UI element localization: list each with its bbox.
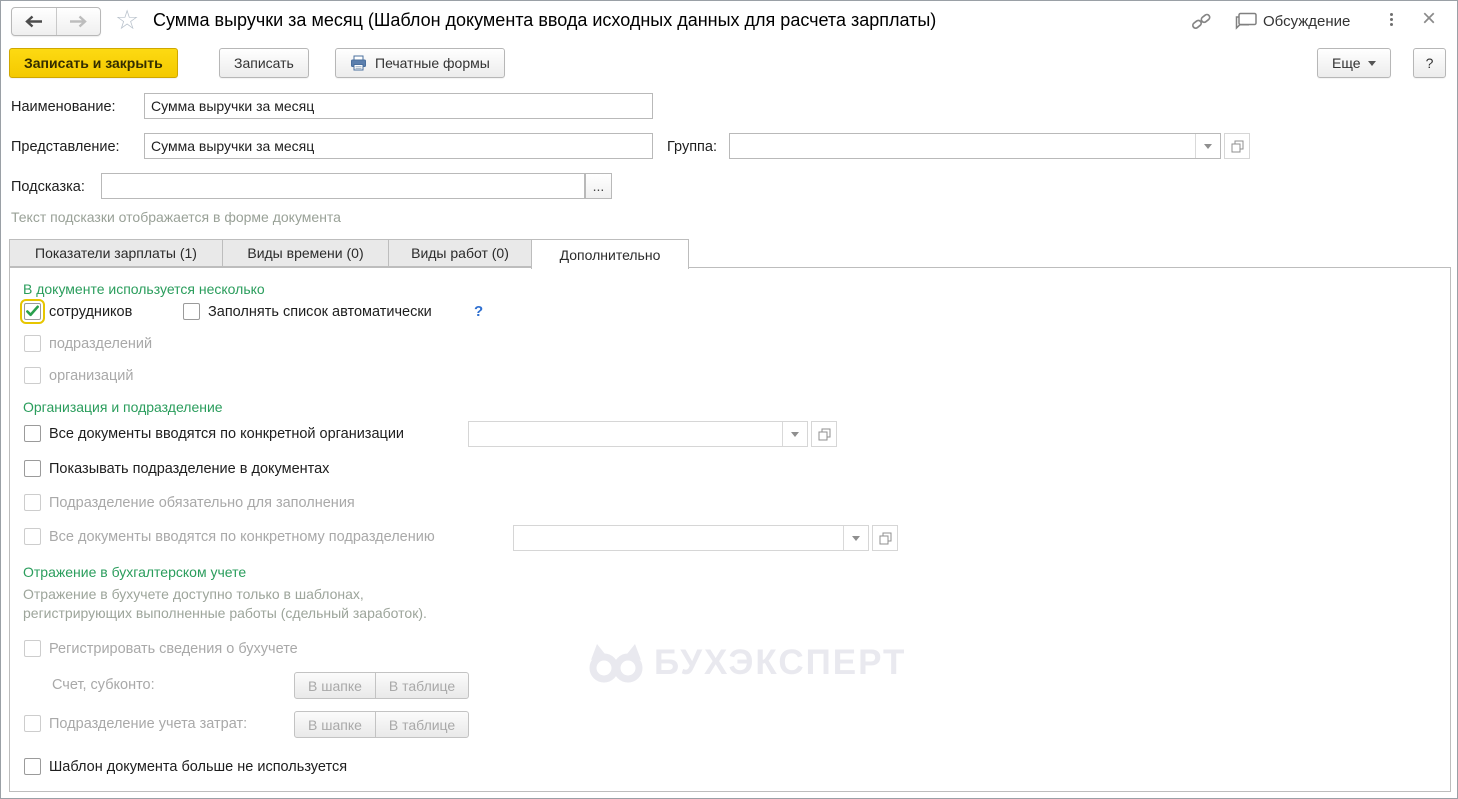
discussion-link[interactable]: Обсуждение [1263, 13, 1350, 30]
template-not-used-checkbox[interactable] [24, 758, 41, 775]
cost-dept-checkbox-label: Подразделение учета затрат: [49, 716, 248, 732]
discussion-bubble-icon[interactable] [1235, 12, 1258, 37]
tab-additional[interactable]: Дополнительно [531, 239, 689, 269]
back-arrow-icon [25, 15, 43, 28]
specific-org-combobox [468, 421, 808, 447]
link-icon[interactable] [1191, 12, 1212, 36]
specific-org-checkbox-label[interactable]: Все документы вводятся по конкретной орг… [49, 426, 404, 442]
printer-icon [350, 55, 367, 71]
accounting-note-line2: регистрирующих выполненные работы (сдель… [23, 605, 427, 621]
page-title: Сумма выручки за месяц (Шаблон документа… [153, 10, 937, 30]
organizations-checkbox-label: организаций [49, 368, 134, 384]
fill-auto-checkbox[interactable] [183, 303, 200, 320]
name-label: Наименование: [11, 99, 116, 115]
account-subconto-label: Счет, субконто: [52, 677, 155, 693]
close-icon[interactable]: × [1422, 5, 1436, 33]
favorite-star-icon[interactable]: ☆ [115, 5, 139, 35]
chevron-down-icon [1367, 60, 1376, 66]
group-label: Группа: [667, 139, 717, 155]
specific-org-input[interactable] [469, 422, 782, 446]
cost-dept-in-header-button: В шапке [294, 711, 376, 738]
choose-from-list-icon [1231, 140, 1243, 152]
hint-label: Подсказка: [11, 179, 85, 195]
section-header-multi: В документе используется несколько [23, 281, 265, 297]
document-window: ☆ Сумма выручки за месяц (Шаблон докумен… [0, 0, 1458, 799]
history-nav-group [11, 7, 101, 36]
cost-dept-checkbox [24, 715, 41, 732]
departments-checkbox [24, 335, 41, 352]
section-header-org: Организация и подразделение [23, 399, 223, 415]
forward-button [57, 8, 101, 35]
hint-note: Текст подсказки отображается в форме док… [11, 209, 341, 225]
dropdown-arrow-icon [1204, 143, 1212, 149]
save-button[interactable]: Записать [219, 48, 309, 78]
specific-dept-combobox [513, 525, 869, 551]
organizations-checkbox [24, 367, 41, 384]
representation-input[interactable] [144, 133, 653, 159]
section-header-accounting: Отражение в бухгалтерском учете [23, 564, 247, 580]
employees-checkbox[interactable] [20, 299, 45, 324]
back-button[interactable] [12, 8, 56, 35]
specific-dept-input[interactable] [514, 526, 843, 550]
fill-auto-checkbox-label[interactable]: Заполнять список автоматически [208, 304, 432, 320]
cost-dept-in-table-button: В таблице [374, 711, 470, 738]
show-dept-checkbox[interactable] [24, 460, 41, 477]
more-actions-button[interactable]: Еще [1317, 48, 1391, 78]
employees-checkbox-label[interactable]: сотрудников [49, 304, 132, 320]
print-forms-label: Печатные формы [375, 55, 490, 71]
account-in-table-button: В таблице [374, 672, 470, 699]
group-select-button[interactable] [1224, 133, 1250, 159]
dept-required-checkbox-label: Подразделение обязательно для заполнения [49, 495, 355, 511]
tab-work-types[interactable]: Виды работ (0) [388, 239, 532, 267]
tab-time-types[interactable]: Виды времени (0) [222, 239, 389, 267]
save-and-close-button[interactable]: Записать и закрыть [9, 48, 178, 78]
show-dept-checkbox-label[interactable]: Показывать подразделение в документах [49, 461, 329, 477]
specific-org-select-button[interactable] [811, 421, 837, 447]
group-dropdown-button[interactable] [1195, 134, 1220, 158]
help-button[interactable]: ? [1413, 48, 1446, 78]
specific-dept-checkbox [24, 528, 41, 545]
dropdown-arrow-icon [791, 431, 799, 437]
checkmark-icon [26, 305, 39, 317]
more-actions-label: Еще [1332, 55, 1361, 71]
tab-salary-indicators[interactable]: Показатели зарплаты (1) [9, 239, 223, 267]
forward-arrow-icon [69, 15, 87, 28]
accounting-note-line1: Отражение в бухучете доступно только в ш… [23, 586, 364, 602]
specific-dept-checkbox-label: Все документы вводятся по конкретному по… [49, 529, 435, 545]
register-info-checkbox [24, 640, 41, 657]
group-input[interactable] [730, 134, 1195, 158]
name-input[interactable] [144, 93, 653, 119]
departments-checkbox-label: подразделений [49, 336, 153, 352]
watermark-text: БУХЭКСПЕРТ [654, 643, 907, 682]
owl-logo-icon [589, 644, 643, 683]
cost-dept-toggle: В шапке В таблице [294, 711, 470, 738]
fill-auto-help-icon[interactable]: ? [474, 303, 483, 320]
dropdown-arrow-icon [852, 535, 860, 541]
dept-required-checkbox [24, 494, 41, 511]
choose-from-list-icon [818, 428, 830, 440]
specific-dept-dropdown-button[interactable] [843, 526, 868, 550]
specific-dept-select-button[interactable] [872, 525, 898, 551]
group-combobox [729, 133, 1221, 159]
account-in-header-button: В шапке [294, 672, 376, 699]
specific-org-checkbox[interactable] [24, 425, 41, 442]
representation-label: Представление: [11, 139, 120, 155]
print-forms-button[interactable]: Печатные формы [335, 48, 505, 78]
choose-from-list-icon [879, 532, 891, 544]
watermark: БУХЭКСПЕРТ [588, 642, 906, 684]
account-subconto-toggle: В шапке В таблице [294, 672, 470, 699]
hint-input[interactable] [101, 173, 585, 199]
specific-org-dropdown-button[interactable] [782, 422, 807, 446]
template-not-used-checkbox-label[interactable]: Шаблон документа больше не используется [49, 759, 347, 775]
more-menu-icon[interactable] [1385, 11, 1397, 28]
hint-more-button[interactable]: ... [585, 173, 612, 199]
register-info-checkbox-label: Регистрировать сведения о бухучете [49, 641, 298, 657]
